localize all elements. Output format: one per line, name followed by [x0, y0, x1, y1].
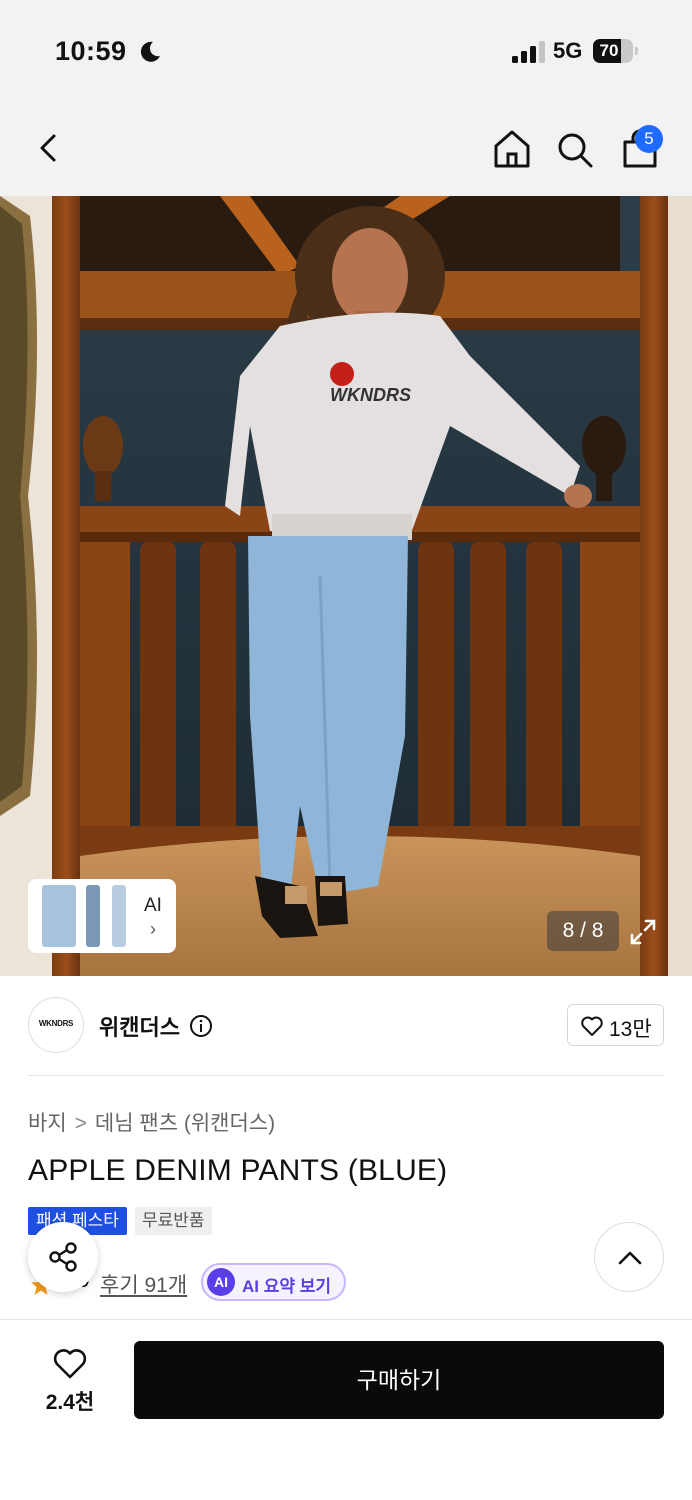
thumbnail-ai-label: AI: [144, 895, 162, 916]
battery-icon: 70: [593, 39, 633, 63]
info-icon[interactable]: [189, 1014, 213, 1038]
cart-count-badge[interactable]: 5: [635, 125, 663, 153]
top-nav: [0, 100, 692, 196]
network-label: 5G: [553, 38, 583, 63]
thumb-pants-1: [42, 885, 76, 947]
chevron-up-icon: [618, 1251, 642, 1265]
ai-badge: AI: [207, 1268, 235, 1296]
ai-summary-label: AI 요약 보기: [242, 1277, 332, 1296]
brand-logo[interactable]: WKNDRS: [28, 997, 84, 1053]
moon-icon: [140, 41, 160, 62]
buy-button[interactable]: 구매하기: [134, 1341, 664, 1419]
product-photo: WKNDRS: [0, 196, 692, 976]
svg-text:WKNDRS: WKNDRS: [330, 385, 411, 405]
brand-name[interactable]: 위캔더스: [99, 1010, 180, 1042]
chevron-right-icon: ›: [150, 919, 156, 939]
home-icon[interactable]: [492, 128, 532, 170]
status-time: 10:59: [55, 36, 127, 66]
brand-like-count: 13만: [609, 1018, 652, 1041]
thumb-pants-2: [86, 885, 100, 947]
heart-icon: [581, 1016, 603, 1036]
share-icon: [49, 1242, 77, 1272]
breadcrumb-item-category[interactable]: 바지: [28, 1107, 67, 1137]
wishlist-heart-icon[interactable]: [52, 1346, 88, 1380]
ai-summary-button[interactable]: AI AI 요약 보기: [201, 1263, 346, 1301]
scroll-top-button[interactable]: [594, 1222, 664, 1292]
free-return-tag: 무료반품: [135, 1207, 212, 1235]
wishlist-count: 2.4천: [45, 1391, 95, 1414]
reviews-link[interactable]: 후기 91개: [100, 1269, 187, 1299]
signal-icon: [512, 41, 545, 63]
thumb-pants-3: [112, 885, 126, 947]
product-title: APPLE DENIM PANTS (BLUE): [28, 1154, 448, 1187]
expand-icon[interactable]: [628, 917, 658, 947]
image-counter: 8 / 8: [547, 911, 619, 951]
breadcrumb-separator: >: [74, 1112, 87, 1135]
product-image[interactable]: WKNDRS: [0, 196, 692, 976]
status-bar: 10:59 5G 70: [0, 0, 692, 100]
back-icon[interactable]: [32, 130, 68, 166]
battery-percent: 70: [599, 41, 619, 60]
brand-logo-text: WKNDRS: [38, 1019, 74, 1028]
bottom-bar-divider: [0, 1319, 692, 1320]
battery-cap: [635, 47, 638, 55]
breadcrumb: 바지 > 데님 팬츠 (위캔더스): [28, 1107, 275, 1137]
search-icon[interactable]: [555, 130, 595, 170]
section-divider: [28, 1075, 664, 1076]
brand-like-button[interactable]: 13만: [567, 1004, 664, 1046]
share-button[interactable]: [28, 1222, 98, 1292]
breadcrumb-item-subcategory[interactable]: 데님 팬츠 (위캔더스): [95, 1107, 275, 1137]
ai-similar-items-thumbnail[interactable]: AI ›: [28, 879, 176, 953]
